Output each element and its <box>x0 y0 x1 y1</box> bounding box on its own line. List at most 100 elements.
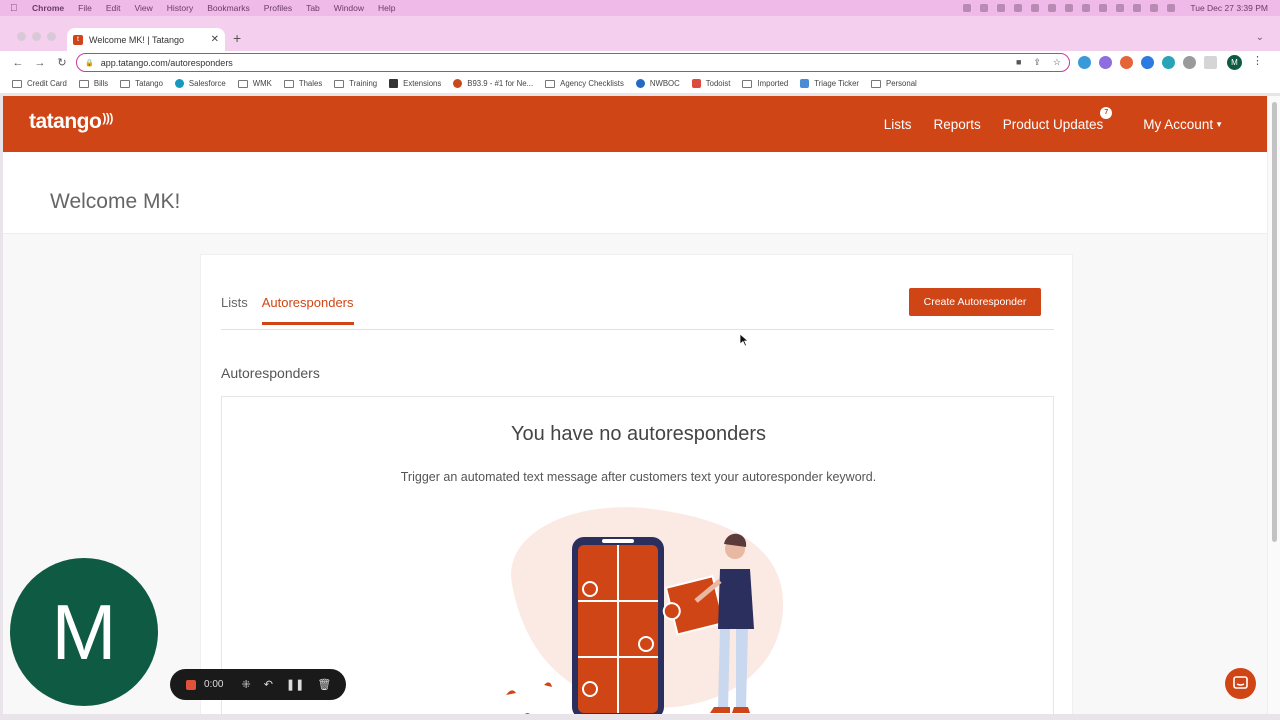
todoist-icon <box>691 79 701 88</box>
browser-tab-title: Welcome MK! | Tatango <box>89 34 185 45</box>
tray-cloud-icon[interactable] <box>980 4 989 12</box>
extension-icon[interactable] <box>1141 56 1154 69</box>
menu-clock[interactable]: Tue Dec 27 3:39 PM <box>1190 3 1268 13</box>
tray-search-icon[interactable] <box>1150 4 1159 12</box>
bookmark-nwboc[interactable]: NWBOC <box>635 79 680 88</box>
menu-file[interactable]: File <box>78 3 92 13</box>
undo-icon[interactable]: ↶ <box>264 678 273 691</box>
empty-state-subtitle: Trigger an automated text message after … <box>400 470 877 484</box>
apple-icon[interactable]:  <box>10 3 24 14</box>
back-arrow-icon[interactable]: ← <box>7 57 29 69</box>
chat-launcher-button[interactable] <box>1225 668 1256 699</box>
tatango-favicon-icon: t <box>73 34 83 45</box>
minimize-window-icon[interactable] <box>32 32 41 41</box>
close-tab-icon[interactable]: ✕ <box>211 34 219 45</box>
bookmark-salesforce[interactable]: Salesforce <box>174 79 226 88</box>
tab-search-chevron-icon[interactable]: ⌄ <box>1256 32 1264 43</box>
recording-controls: 0:00 ⁜ ↶ ❚❚ 🗑 <box>170 669 346 700</box>
camera-permission-icon[interactable]: ■ <box>1016 57 1021 68</box>
app-nav: Lists Reports Product Updates 7 My Accoun… <box>862 96 1223 152</box>
tray-app-icon[interactable] <box>1014 4 1023 12</box>
bookmark-bills[interactable]: Bills <box>78 79 108 88</box>
menu-tab[interactable]: Tab <box>306 3 320 13</box>
forward-arrow-icon[interactable]: → <box>29 57 51 69</box>
salesforce-cloud-icon <box>174 79 184 88</box>
puzzle-phone-illustration <box>506 507 784 714</box>
tab-lists[interactable]: Lists <box>221 295 248 325</box>
lock-icon[interactable]: 🔒 <box>85 59 94 67</box>
page-scrollbar[interactable] <box>1267 96 1280 714</box>
bookmark-triage-ticker[interactable]: Triage Ticker <box>800 79 859 88</box>
tray-app-icon[interactable] <box>997 4 1006 12</box>
bookmark-todoist[interactable]: Todoist <box>691 79 730 88</box>
tab-autoresponders[interactable]: Autoresponders <box>261 295 354 325</box>
bookmark-thales[interactable]: Thales <box>283 79 322 88</box>
bookmark-imported[interactable]: Imported <box>742 79 788 88</box>
browser-tab-active[interactable]: t Welcome MK! | Tatango ✕ <box>67 28 225 51</box>
url-text[interactable]: app.tatango.com/autoresponders <box>101 58 233 68</box>
tray-control-center-icon[interactable] <box>1167 4 1176 12</box>
menu-help[interactable]: Help <box>378 3 395 13</box>
menu-history[interactable]: History <box>167 3 193 13</box>
bookmark-star-icon[interactable]: ☆ <box>1053 57 1061 68</box>
side-panel-icon[interactable] <box>1204 56 1217 69</box>
extension-icon[interactable] <box>1078 56 1091 69</box>
extension-icon[interactable] <box>1120 56 1133 69</box>
bookmark-tatango[interactable]: Tatango <box>120 79 163 88</box>
tray-wifi-icon[interactable] <box>1133 4 1142 12</box>
puzzle-extensions-icon[interactable] <box>1183 56 1196 69</box>
stop-recording-icon[interactable] <box>186 679 196 690</box>
recording-timer: 0:00 <box>204 679 224 690</box>
bookmark-radio[interactable]: B93.9 - #1 for Ne... <box>453 79 533 88</box>
info-icon <box>635 79 645 88</box>
reload-icon[interactable]: ↻ <box>51 56 73 69</box>
bookmark-agency-checklists[interactable]: Agency Checklists <box>545 79 624 88</box>
create-autoresponder-button[interactable]: Create Autoresponder <box>909 288 1041 316</box>
bookmark-training[interactable]: Training <box>334 79 377 88</box>
folder-icon <box>12 79 22 88</box>
menu-profiles[interactable]: Profiles <box>264 3 292 13</box>
close-window-icon[interactable] <box>17 32 26 41</box>
zoom-window-icon[interactable] <box>47 32 56 41</box>
nav-my-account[interactable]: My Account ▼ <box>1143 117 1223 132</box>
extension-icon[interactable] <box>1162 56 1175 69</box>
menu-app-name[interactable]: Chrome <box>32 3 64 13</box>
menu-window[interactable]: Window <box>334 3 364 13</box>
tray-app-icon[interactable] <box>1065 4 1074 12</box>
page-title: Welcome MK! <box>50 190 181 213</box>
bookmark-extensions[interactable]: Extensions <box>389 79 441 88</box>
tray-volume-icon[interactable] <box>1048 4 1057 12</box>
bookmarks-bar: Credit Card Bills Tatango Salesforce WMK… <box>0 74 1280 94</box>
nav-product-updates[interactable]: Product Updates 7 <box>1003 106 1113 132</box>
address-bar[interactable]: 🔒 app.tatango.com/autoresponders ■ ⇪ ☆ <box>76 53 1070 72</box>
nav-lists[interactable]: Lists <box>884 117 912 132</box>
bookmark-wmk[interactable]: WMK <box>237 79 272 88</box>
browser-menu-icon[interactable]: ⋮ <box>1252 54 1263 67</box>
pause-icon[interactable]: ❚❚ <box>286 678 304 691</box>
menu-bookmarks[interactable]: Bookmarks <box>207 3 250 13</box>
tray-battery-icon[interactable] <box>1116 4 1125 12</box>
section-title: Autoresponders <box>221 365 320 381</box>
folder-icon <box>334 79 345 88</box>
tray-bluetooth-icon[interactable] <box>1099 4 1108 12</box>
trash-icon[interactable]: 🗑 <box>317 678 331 691</box>
nav-reports[interactable]: Reports <box>933 117 980 132</box>
logo-wave-icon: ))) <box>102 111 113 125</box>
bookmark-personal[interactable]: Personal <box>871 79 917 88</box>
tray-mic-icon[interactable] <box>963 4 972 12</box>
scrollbar-thumb[interactable] <box>1272 102 1277 542</box>
tatango-logo[interactable]: tatango))) <box>29 110 113 134</box>
menu-edit[interactable]: Edit <box>106 3 121 13</box>
menu-view[interactable]: View <box>134 3 152 13</box>
profile-avatar[interactable]: M <box>1227 55 1242 70</box>
grid-icon[interactable]: ⁜ <box>241 678 250 691</box>
extension-icon[interactable] <box>1099 56 1112 69</box>
new-tab-icon[interactable]: + <box>233 30 241 46</box>
empty-state-title: You have no autoresponders <box>510 423 767 445</box>
tray-app-icon[interactable] <box>1082 4 1091 12</box>
macos-menu-bar:  Chrome File Edit View History Bookmark… <box>0 0 1280 16</box>
folder-icon <box>283 79 294 88</box>
tray-app-icon[interactable] <box>1031 4 1040 12</box>
share-icon[interactable]: ⇪ <box>1033 57 1041 68</box>
bookmark-credit-card[interactable]: Credit Card <box>12 79 67 88</box>
